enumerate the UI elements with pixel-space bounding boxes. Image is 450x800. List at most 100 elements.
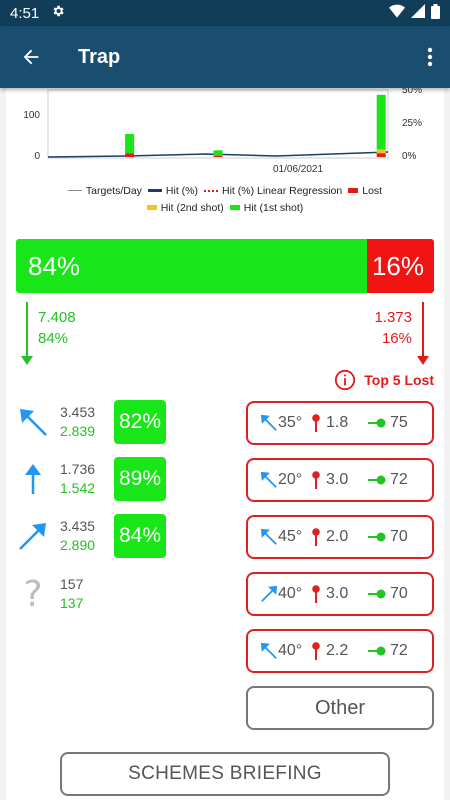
direction-pct: 89% bbox=[114, 457, 166, 501]
lost-stats: 1.373 16% bbox=[374, 307, 412, 349]
legend-lost: Lost bbox=[348, 185, 382, 197]
chart-svg: 100 0 50% 25% 0% 01/06/2021 bbox=[23, 85, 422, 175]
lost-item[interactable]: 40° 3.0 70 bbox=[246, 572, 434, 616]
settings-gear-icon bbox=[51, 4, 65, 22]
arrow-up-right-icon bbox=[16, 516, 50, 556]
direction-pct: 82% bbox=[114, 400, 166, 444]
status-time: 4:51 bbox=[10, 4, 40, 22]
legend-hit-regression: Hit (%) Linear Regression bbox=[204, 185, 342, 197]
distance-icon bbox=[368, 532, 386, 542]
direction-row-up-right: 3.435 2.890 84% bbox=[16, 513, 166, 559]
top-lost-header[interactable]: Top 5 Lost bbox=[334, 369, 434, 391]
status-bar: 4:51 bbox=[0, 0, 450, 26]
distance-icon bbox=[368, 589, 386, 599]
height-pin-icon bbox=[312, 585, 320, 603]
chart-bar-lost bbox=[125, 153, 135, 157]
direction-row-up: 1.736 1.542 89% bbox=[16, 456, 166, 502]
lost-angle: 20° bbox=[278, 471, 303, 488]
y-left-tick: 0 bbox=[34, 151, 40, 162]
height-pin-icon bbox=[312, 528, 320, 546]
lost-count: 1.373 bbox=[374, 309, 412, 326]
hits-arrow-down-icon bbox=[21, 302, 33, 365]
direction-total: 1.736 bbox=[60, 461, 96, 477]
height-pin-icon bbox=[312, 414, 320, 432]
direction-hits: 2.890 bbox=[60, 537, 96, 553]
lost-distance: 75 bbox=[390, 414, 408, 431]
direction-total: 157 bbox=[60, 576, 84, 592]
lost-distance: 72 bbox=[390, 642, 408, 659]
lost-angle: 40° bbox=[278, 585, 303, 602]
chart-bar-lost bbox=[376, 153, 386, 157]
lost-distance: 72 bbox=[390, 471, 408, 488]
arrow-up-left-icon bbox=[260, 528, 277, 545]
schemes-briefing-button[interactable]: SCHEMES BRIEFING bbox=[60, 752, 390, 796]
top-lost-title: Top 5 Lost bbox=[364, 372, 434, 388]
direction-hits: 1.542 bbox=[60, 480, 96, 496]
legend-hit-pct: Hit (%) bbox=[147, 185, 198, 197]
direction-hits: 2.839 bbox=[60, 423, 96, 439]
lost-count-pct: 16% bbox=[381, 330, 412, 347]
hit-segment: 84% bbox=[16, 239, 368, 293]
main-card: 100 0 50% 25% 0% 01/06/2021 Targets/Day … bbox=[6, 85, 444, 800]
lost-height: 3.0 bbox=[326, 471, 349, 488]
y-right-tick: 0% bbox=[402, 151, 417, 162]
wifi-icon bbox=[389, 4, 405, 22]
lost-angle: 45° bbox=[278, 528, 303, 545]
legend-hit-1st: Hit (1st shot) bbox=[229, 202, 303, 214]
app-bar: Trap bbox=[0, 26, 450, 88]
chart-legend: Targets/Day Hit (%) Hit (%) Linear Regre… bbox=[6, 182, 444, 216]
direction-row-unknown: ? 157 137 bbox=[16, 571, 108, 617]
lost-item[interactable]: 45° 2.0 70 bbox=[246, 515, 434, 559]
chart-bars bbox=[125, 94, 386, 157]
arrow-back-icon bbox=[23, 49, 39, 65]
direction-total: 3.453 bbox=[60, 404, 96, 420]
lost-distance: 70 bbox=[390, 585, 408, 602]
distance-icon bbox=[368, 475, 386, 485]
arrow-up-left-icon bbox=[260, 642, 277, 659]
hit-count-pct: 84% bbox=[38, 330, 69, 347]
y-left-tick: 100 bbox=[23, 110, 40, 121]
lost-item[interactable]: 35° 1.8 75 bbox=[246, 401, 434, 445]
legend-targets-day: Targets/Day bbox=[67, 185, 142, 197]
hit-lost-bar: 84% 16% bbox=[16, 239, 434, 293]
chart-bar-lost bbox=[213, 156, 223, 157]
page-title: Trap bbox=[78, 45, 121, 68]
direction-total: 3.435 bbox=[60, 518, 96, 534]
lost-item[interactable]: 40° 2.2 72 bbox=[246, 629, 434, 673]
chart-bar-hit-1st bbox=[213, 150, 223, 156]
hit-count: 7.408 bbox=[38, 309, 76, 326]
hit-stats: 7.408 84% bbox=[38, 307, 76, 349]
arrow-up-left-icon bbox=[260, 471, 277, 488]
y-right-tick: 25% bbox=[402, 118, 422, 129]
lost-height: 2.0 bbox=[326, 528, 349, 545]
arrow-up-icon bbox=[16, 459, 50, 499]
distance-icon bbox=[368, 418, 386, 428]
battery-icon bbox=[431, 3, 440, 23]
more-options-button[interactable] bbox=[410, 26, 450, 88]
chart-bar-hit-1st bbox=[376, 94, 386, 150]
direction-pct: 84% bbox=[114, 514, 166, 558]
back-button[interactable] bbox=[0, 26, 62, 88]
signal-icon bbox=[411, 4, 425, 22]
lost-item[interactable]: 20° 3.0 72 bbox=[246, 458, 434, 502]
direction-row-up-left: 3.453 2.839 82% bbox=[16, 399, 166, 445]
height-pin-icon bbox=[312, 471, 320, 489]
chart-frame bbox=[47, 89, 389, 159]
lost-height: 2.2 bbox=[326, 642, 349, 659]
chart-bar-hit-2nd bbox=[376, 149, 386, 154]
lost-angle: 40° bbox=[278, 642, 303, 659]
lost-arrow-down-icon bbox=[417, 302, 429, 365]
height-pin-icon bbox=[312, 642, 320, 660]
lost-height: 1.8 bbox=[326, 414, 349, 431]
lost-height: 3.0 bbox=[326, 585, 349, 602]
question-icon: ? bbox=[23, 573, 43, 615]
lost-distance: 70 bbox=[390, 528, 408, 545]
x-tick: 01/06/2021 bbox=[273, 164, 323, 175]
info-icon bbox=[335, 369, 356, 391]
lost-segment: 16% bbox=[367, 239, 434, 293]
y-right-tick: 50% bbox=[402, 88, 422, 96]
other-button[interactable]: Other bbox=[246, 686, 434, 730]
direction-hits: 137 bbox=[60, 595, 84, 611]
chart-bar-hit-1st bbox=[125, 134, 135, 154]
distance-icon bbox=[368, 646, 386, 656]
